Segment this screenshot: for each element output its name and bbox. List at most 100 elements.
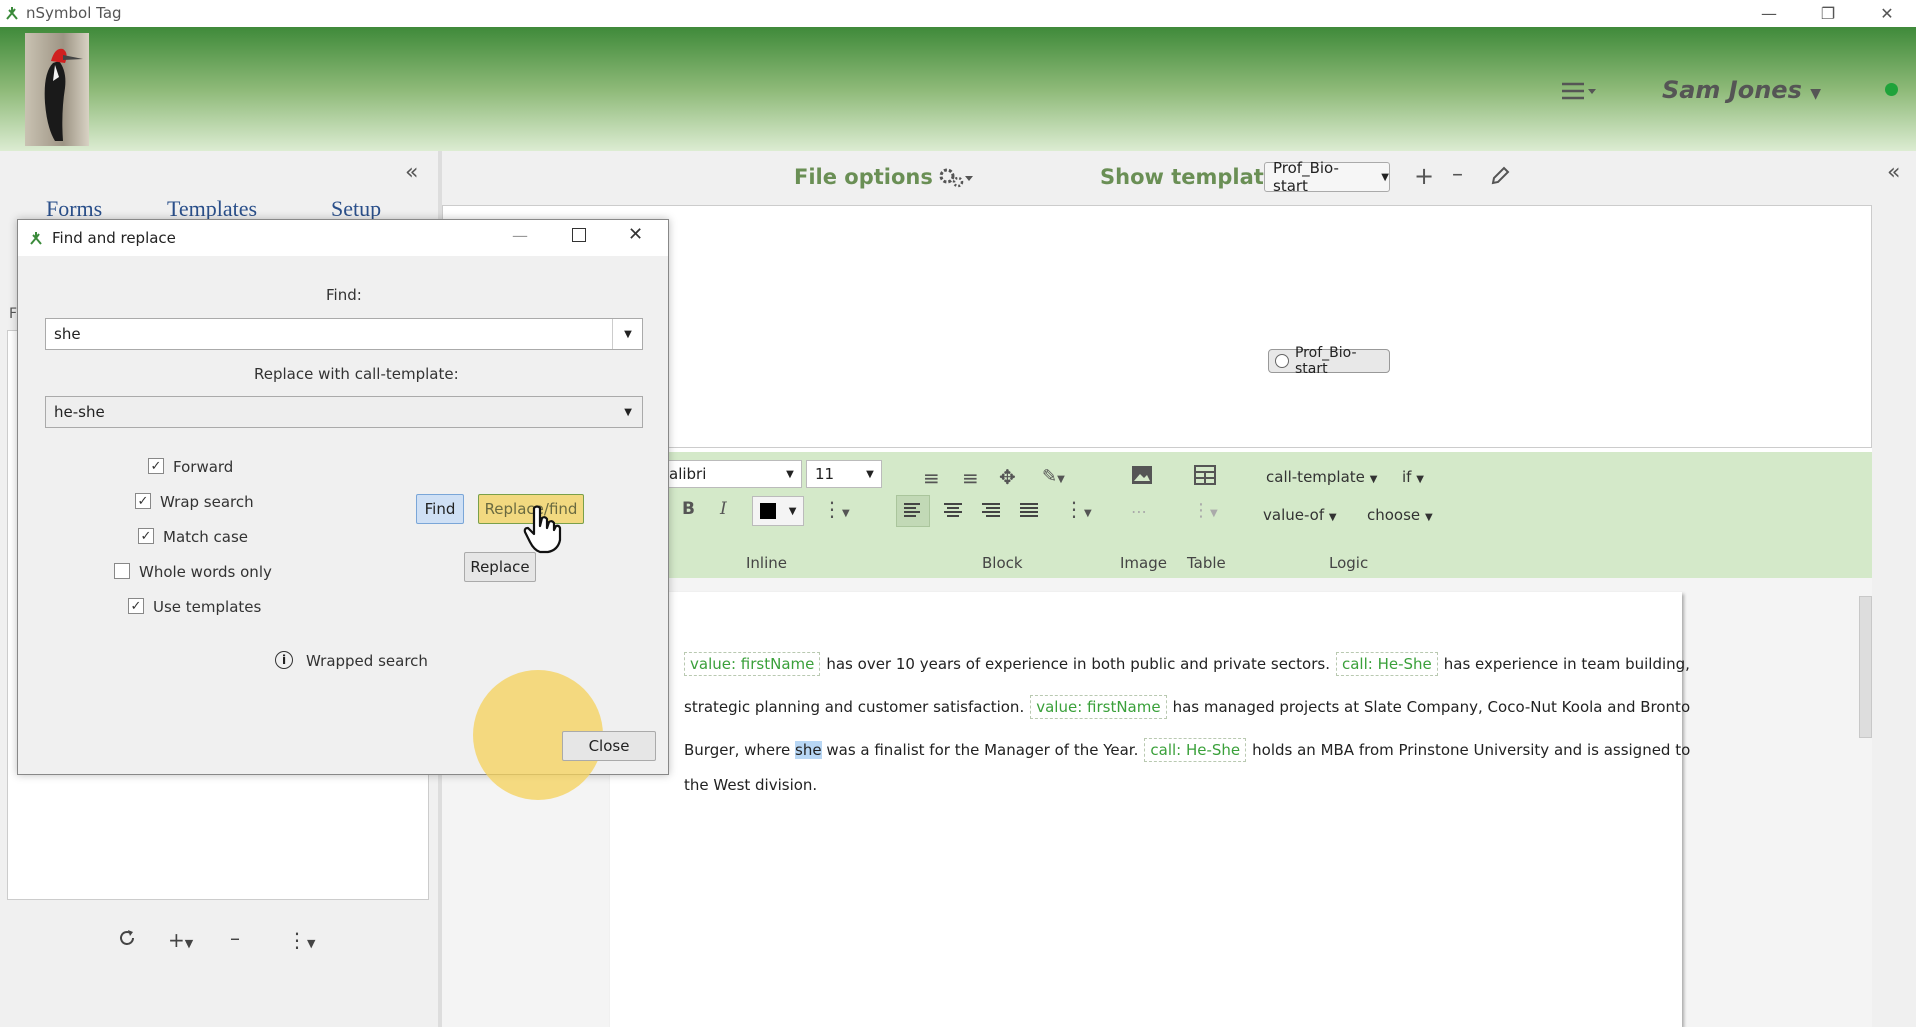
woodpecker-logo [25, 33, 89, 146]
editor-line: strategic planning and customer satisfac… [684, 695, 1690, 719]
pencil-icon[interactable] [1490, 166, 1510, 190]
editor-text: has experience in team building, [1443, 655, 1690, 673]
gear-icon[interactable] [937, 166, 977, 194]
bold-icon[interactable]: B [682, 499, 695, 519]
value-tag[interactable]: value: firstName [1030, 695, 1167, 719]
add-template-icon[interactable]: + [1414, 162, 1434, 190]
choose-label: choose [1367, 506, 1421, 524]
find-replace-dialog: Find and replace — ✕ Find: she ▼ Replace… [17, 219, 669, 800]
use-templates-checkbox[interactable]: ✓ [128, 598, 144, 614]
dialog-maximize-icon[interactable] [572, 228, 586, 242]
chevron-down-icon: ▼ [1369, 474, 1378, 485]
text-color-picker[interactable]: ▼ [752, 496, 804, 526]
template-node[interactable]: Prof_Bio-start [1268, 345, 1390, 377]
call-tag[interactable]: call: He-She [1335, 652, 1438, 676]
color-swatch [759, 503, 776, 519]
chevron-down-icon: ▼ [1328, 512, 1337, 523]
match-case-label: Match case [163, 528, 249, 546]
app-logo-icon [6, 7, 18, 20]
bullet-list-icon[interactable]: ≡ [923, 466, 940, 490]
editor-text: holds an MBA from Prinstone University a… [1252, 741, 1691, 759]
wrap-search-checkbox[interactable]: ✓ [135, 493, 151, 509]
more-options-icon[interactable]: ⋮▼ [287, 928, 315, 952]
forward-label: Forward [173, 458, 234, 476]
call-template-label: call-template [1266, 468, 1365, 486]
align-center-icon[interactable] [940, 496, 966, 528]
check-icon: ✓ [137, 493, 149, 509]
editor-line: Burger, where she was a finalist for the… [684, 738, 1690, 762]
editor-line: the West division. [684, 776, 817, 794]
move-icon[interactable]: ✥ [999, 465, 1016, 489]
if-dropdown[interactable]: if ▼ [1402, 468, 1424, 486]
check-icon: ✓ [130, 598, 142, 614]
refresh-icon[interactable] [117, 928, 137, 952]
remove-item-icon[interactable]: – [230, 926, 240, 950]
online-status-icon [1885, 83, 1898, 96]
close-button[interactable]: Close [562, 731, 656, 761]
hamburger-menu-icon[interactable] [1560, 80, 1600, 106]
align-right-icon[interactable] [978, 496, 1004, 528]
find-history-dropdown[interactable]: ▼ [612, 319, 643, 349]
group-logic-label: Logic [1329, 554, 1369, 572]
highlighter-icon[interactable]: ✎▼ [1042, 466, 1065, 487]
align-left-icon[interactable] [896, 495, 930, 527]
chevron-down-icon: ▼ [1810, 86, 1821, 102]
group-image-label: Image [1120, 554, 1167, 572]
find-value: she [54, 325, 81, 343]
chevron-down-icon: ▼ [624, 328, 632, 340]
chevron-down-icon[interactable]: ▼ [778, 460, 802, 488]
minimize-icon[interactable]: — [1740, 0, 1798, 27]
chevron-down-icon: ▼ [1381, 171, 1389, 183]
image-icon[interactable] [1131, 464, 1153, 490]
value-of-dropdown[interactable]: value-of ▼ [1263, 506, 1337, 524]
replace-template-select[interactable]: he-she ▼ [45, 396, 643, 428]
replace-label: Replace with call-template: [254, 365, 459, 383]
match-case-checkbox[interactable]: ✓ [138, 528, 154, 544]
find-button[interactable]: Find [416, 494, 464, 524]
more-block-icon[interactable]: ⋮▼ [1064, 497, 1092, 521]
restore-icon[interactable]: ❐ [1799, 0, 1857, 27]
whole-words-checkbox[interactable] [114, 563, 130, 579]
italic-icon[interactable]: I [720, 499, 727, 519]
template-node-label: Prof_Bio-start [1294, 345, 1357, 377]
editor-line: value: firstName has over 10 years of exp… [684, 652, 1690, 676]
call-tag[interactable]: call: He-She [1144, 738, 1247, 762]
remove-template-icon[interactable]: – [1452, 162, 1463, 187]
value-tag[interactable]: value: firstName [684, 652, 821, 676]
image-more-icon: ⋯ [1131, 502, 1147, 521]
close-icon[interactable]: ✕ [1858, 0, 1916, 27]
editor-text: has managed projects at Slate Company, C… [1172, 698, 1691, 716]
app-header [0, 27, 1916, 151]
align-justify-icon[interactable] [1016, 496, 1042, 528]
find-input[interactable]: she [45, 318, 643, 350]
editor-text: strategic planning and customer satisfac… [684, 698, 1025, 716]
chevron-down-icon: ▼ [788, 505, 797, 517]
dialog-title: Find and replace [52, 229, 176, 247]
collapse-left-icon[interactable]: « [405, 160, 418, 185]
whole-words-label: Whole words only [139, 563, 272, 581]
wrap-search-label: Wrap search [160, 493, 254, 511]
file-options-button[interactable]: File options [794, 165, 933, 189]
dialog-minimize-icon[interactable]: — [512, 226, 528, 245]
call-template-dropdown[interactable]: call-template ▼ [1266, 468, 1377, 486]
left-panel-label: F [9, 306, 18, 322]
more-inline-icon[interactable]: ⋮▼ [822, 497, 850, 521]
replace-value: he-she [54, 403, 105, 421]
group-table-label: Table [1187, 554, 1226, 572]
numbered-list-icon[interactable]: ≡ [962, 466, 979, 490]
template-select[interactable]: Prof_Bio-start ▼ [1264, 159, 1390, 195]
choose-dropdown[interactable]: choose ▼ [1367, 506, 1433, 524]
editor-text: the West division. [684, 776, 818, 794]
user-menu[interactable]: Sam Jones ▼ [1662, 76, 1821, 104]
forward-checkbox[interactable]: ✓ [148, 458, 164, 474]
value-of-label: value-of [1263, 506, 1325, 524]
show-template-label: Show template [1100, 165, 1279, 189]
scrollbar-thumb[interactable] [1859, 596, 1872, 738]
collapse-right-icon[interactable]: « [1887, 160, 1900, 185]
chevron-down-icon: ▼ [1424, 512, 1433, 523]
add-item-icon[interactable]: +▼ [168, 928, 193, 952]
chevron-down-icon[interactable]: ▼ [858, 460, 882, 488]
chevron-down-icon: ▼ [1416, 474, 1424, 485]
table-icon[interactable] [1194, 465, 1216, 489]
dialog-close-icon[interactable]: ✕ [628, 224, 643, 245]
